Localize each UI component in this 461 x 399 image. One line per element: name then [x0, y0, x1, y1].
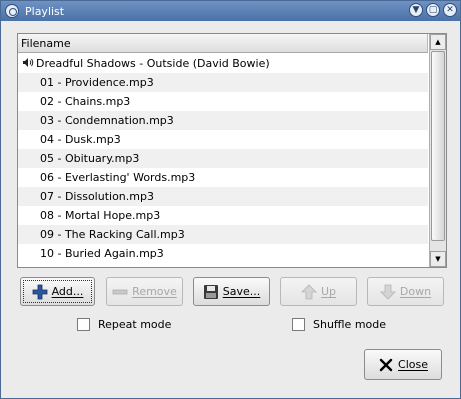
shuffle-mode-box[interactable]: [292, 318, 305, 331]
track-row[interactable]: 05 - Obituary.mp3: [18, 149, 428, 168]
title-bar[interactable]: Playlist ▼ ▢ ✕: [1, 1, 460, 21]
move-up-button[interactable]: Up: [280, 277, 357, 306]
scroll-up-icon[interactable]: ▲: [430, 34, 446, 50]
track-row[interactable]: 04 - Dusk.mp3: [18, 130, 428, 149]
track-label: 10 - Buried Again.mp3: [40, 247, 164, 260]
track-row[interactable]: 10 - Buried Again.mp3: [18, 244, 428, 263]
close-x-icon: [378, 357, 394, 373]
vertical-scrollbar[interactable]: ▲ ▼: [429, 34, 446, 267]
minus-icon: [112, 284, 128, 300]
track-row[interactable]: 03 - Condemnation.mp3: [18, 111, 428, 130]
track-label: 08 - Mortal Hope.mp3: [40, 209, 161, 222]
save-button-label: Save...: [222, 285, 261, 298]
album-label: Dreadful Shadows - Outside (David Bowie): [36, 57, 270, 70]
scrollbar-thumb[interactable]: [431, 51, 445, 241]
move-down-button[interactable]: Down: [367, 277, 444, 306]
repeat-mode-checkbox[interactable]: Repeat mode: [77, 318, 171, 331]
track-label: 04 - Dusk.mp3: [40, 133, 121, 146]
arrow-down-icon: [379, 284, 396, 300]
track-label: 05 - Obituary.mp3: [40, 152, 140, 165]
remove-button[interactable]: Remove: [106, 277, 183, 306]
track-row[interactable]: 09 - The Racking Call.mp3: [18, 225, 428, 244]
close-button-label: Close: [398, 358, 428, 371]
track-label: 03 - Condemnation.mp3: [40, 114, 174, 127]
playlist-view[interactable]: Filename Dreadful Shadows - Outside (Dav…: [17, 33, 447, 268]
minimize-icon[interactable]: ▼: [409, 3, 423, 17]
add-button[interactable]: Add...: [20, 277, 95, 306]
track-label: 01 - Providence.mp3: [40, 76, 154, 89]
track-label: 09 - The Racking Call.mp3: [40, 228, 185, 241]
column-header-filename[interactable]: Filename: [18, 34, 428, 53]
repeat-mode-label: Repeat mode: [98, 318, 172, 331]
window-title: Playlist: [25, 4, 65, 18]
repeat-mode-box[interactable]: [77, 318, 90, 331]
track-row[interactable]: 08 - Mortal Hope.mp3: [18, 206, 428, 225]
close-window-icon[interactable]: ✕: [443, 3, 457, 17]
album-row[interactable]: Dreadful Shadows - Outside (David Bowie): [18, 54, 428, 73]
move-up-button-label: Up: [320, 285, 337, 298]
add-button-label: Add...: [51, 285, 84, 298]
track-row[interactable]: 02 - Chains.mp3: [18, 92, 428, 111]
speaker-icon: [22, 55, 36, 74]
floppy-disk-icon: [203, 284, 219, 300]
track-label: 06 - Everlasting' Words.mp3: [40, 171, 196, 184]
app-menu-icon[interactable]: [5, 4, 19, 18]
close-button[interactable]: Close: [364, 349, 442, 380]
window-controls: ▼ ▢ ✕: [409, 3, 457, 17]
track-row[interactable]: 06 - Everlasting' Words.mp3: [18, 168, 428, 187]
shuffle-mode-label: Shuffle mode: [313, 318, 387, 331]
shuffle-mode-checkbox[interactable]: Shuffle mode: [292, 318, 386, 331]
remove-button-label: Remove: [132, 285, 177, 298]
playlist-window: Playlist ▼ ▢ ✕ Filename Dreadful Shadows…: [0, 0, 461, 399]
scroll-down-icon[interactable]: ▼: [430, 251, 446, 267]
track-label: 07 - Dissolution.mp3: [40, 190, 154, 203]
plus-icon: [32, 284, 48, 300]
maximize-icon[interactable]: ▢: [426, 3, 440, 17]
arrow-up-icon: [301, 283, 317, 300]
track-row[interactable]: 01 - Providence.mp3: [18, 73, 428, 92]
playlist-rows: Dreadful Shadows - Outside (David Bowie)…: [18, 54, 428, 263]
track-label: 02 - Chains.mp3: [40, 95, 131, 108]
save-button[interactable]: Save...: [193, 277, 270, 306]
move-down-button-label: Down: [399, 285, 432, 298]
track-row[interactable]: 07 - Dissolution.mp3: [18, 187, 428, 206]
